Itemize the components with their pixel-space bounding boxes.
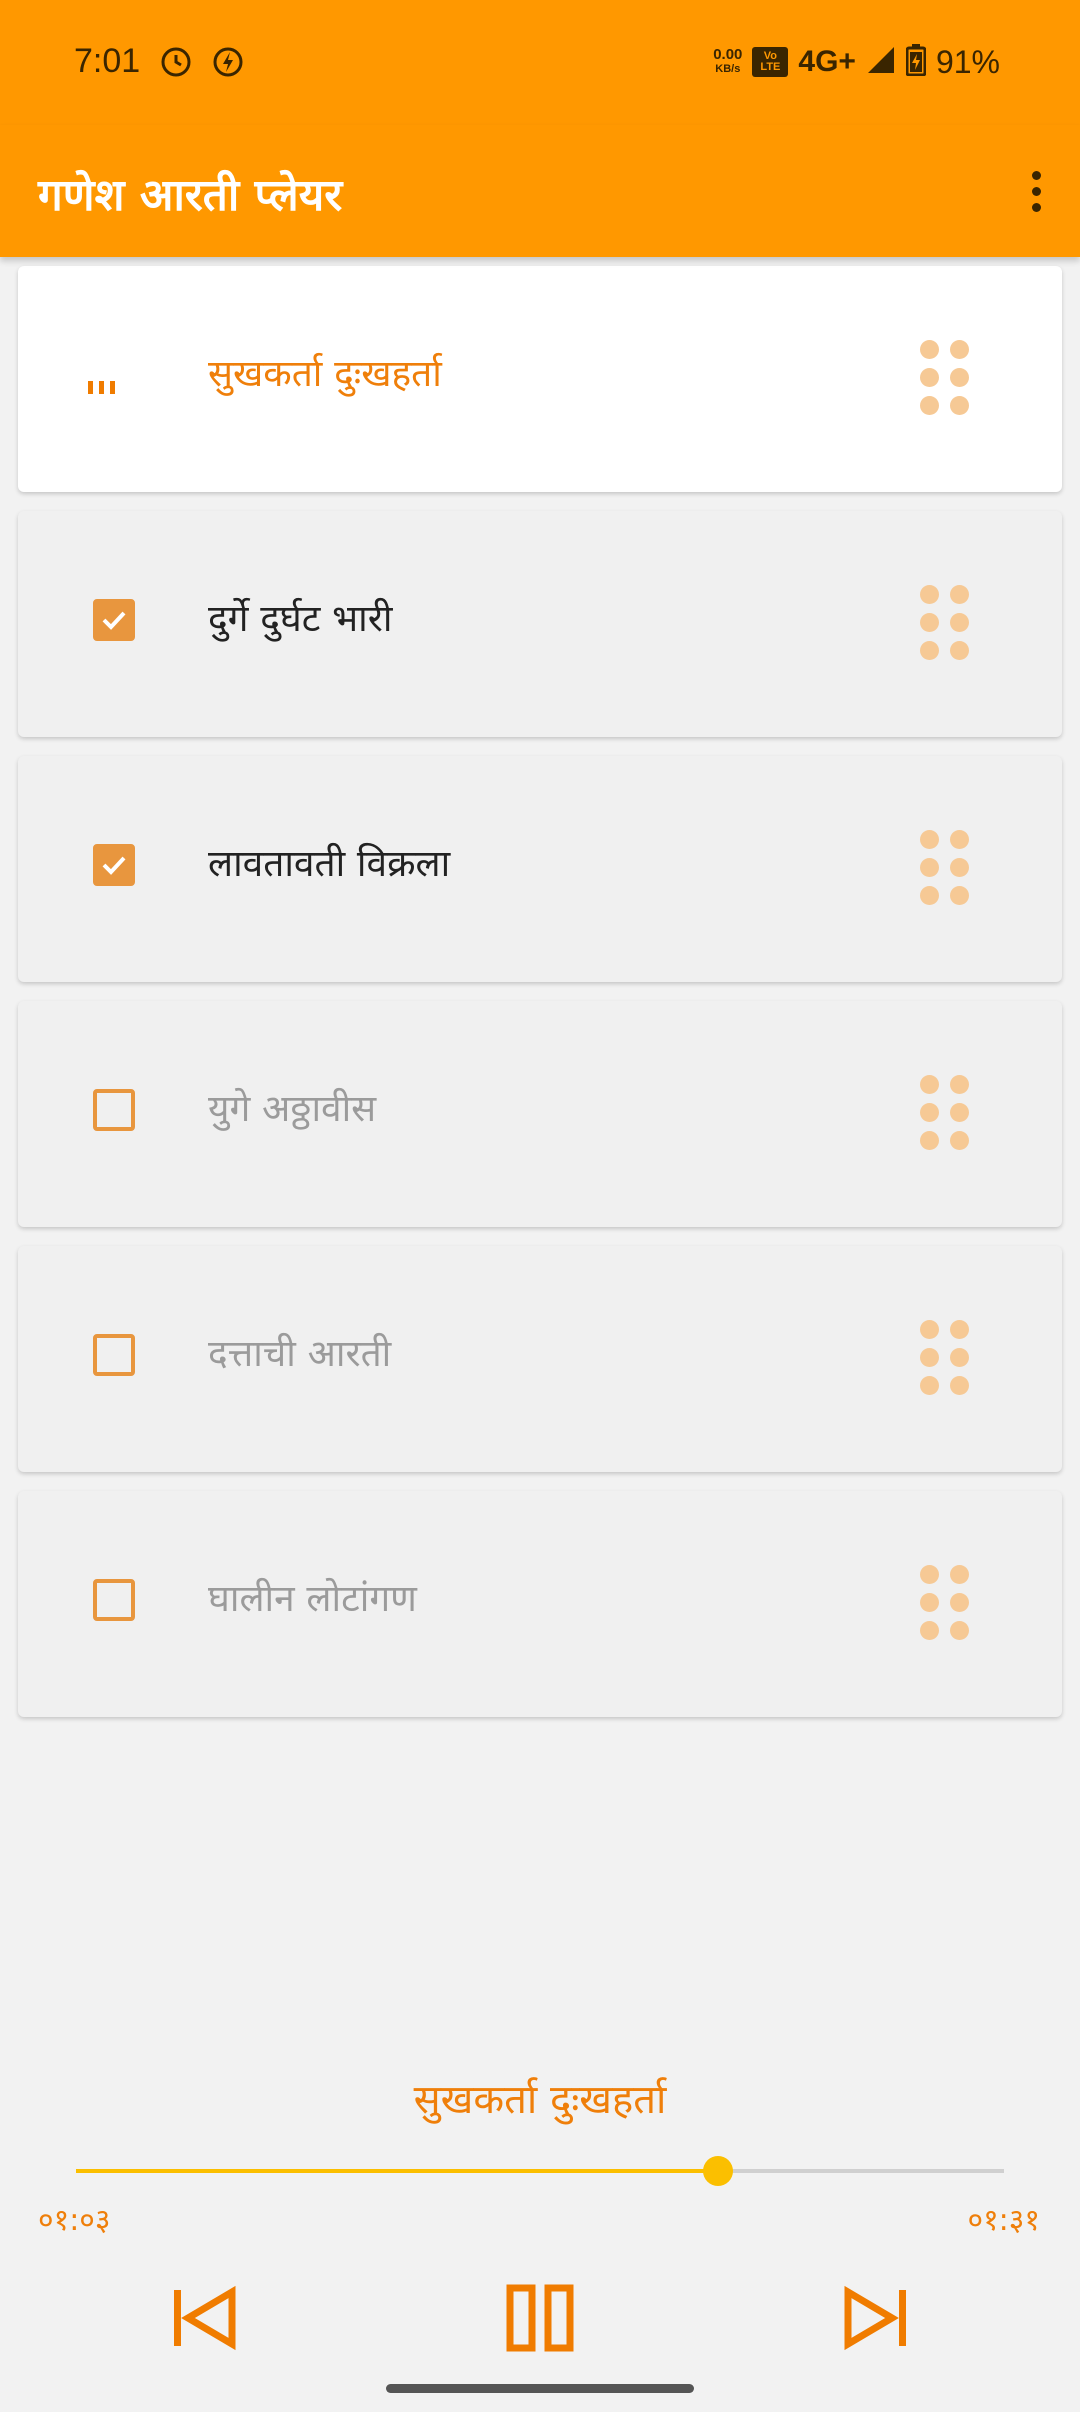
total-time: ०१:३१ [967, 2203, 1040, 2238]
list-item[interactable]: दत्ताची आरती [18, 1246, 1062, 1472]
status-time: 7:01 [74, 42, 141, 80]
seek-bar[interactable] [76, 2156, 1004, 2186]
battery-charging-icon [905, 43, 927, 81]
previous-button[interactable] [168, 2280, 244, 2356]
track-checkbox[interactable] [93, 1089, 135, 1131]
list-item[interactable]: युगे अठ्ठावीस [18, 1001, 1062, 1227]
home-indicator[interactable] [386, 2384, 694, 2393]
seek-thumb[interactable] [703, 2156, 734, 2186]
playlist: सुखकर्ता दुःखहर्ता दुर्गे दुर्घट भारी ला… [18, 266, 1062, 1736]
check-icon [102, 856, 126, 875]
track-checkbox[interactable] [93, 599, 135, 641]
skip-next-icon [844, 2285, 906, 2351]
seek-progress [76, 2169, 719, 2173]
list-item[interactable]: दुर्गे दुर्घट भारी [18, 511, 1062, 737]
drag-handle-icon[interactable] [920, 830, 970, 906]
flash-icon [212, 46, 244, 78]
app-title: गणेश आरती प्लेयर [38, 170, 343, 221]
track-checkbox[interactable] [93, 1579, 135, 1621]
track-checkbox[interactable] [93, 844, 135, 886]
timer-icon [160, 46, 192, 78]
overflow-menu-icon[interactable] [1006, 161, 1066, 221]
list-item[interactable]: सुखकर्ता दुःखहर्ता [18, 266, 1062, 492]
pause-icon [506, 2284, 574, 2352]
drag-handle-icon[interactable] [920, 585, 970, 661]
now-playing-title: सुखकर्ता दुःखहर्ता [413, 2077, 667, 2123]
track-title: घालीन लोटांगण [208, 1577, 417, 1620]
current-time: ०१:०३ [38, 2203, 111, 2238]
check-icon [102, 611, 126, 630]
status-right: 0.00 KB/s Vo LTE 4G+ 91% [713, 40, 1000, 84]
list-item[interactable]: लावतावती विक्रला [18, 756, 1062, 982]
track-title: सुखकर्ता दुःखहर्ता [208, 352, 442, 395]
battery-percent: 91% [935, 43, 1000, 80]
track-title: युगे अठ्ठावीस [208, 1087, 377, 1130]
track-checkbox[interactable] [93, 1334, 135, 1376]
drag-handle-icon[interactable] [920, 1075, 970, 1151]
skip-previous-icon [174, 2285, 236, 2351]
drag-handle-icon[interactable] [920, 1320, 970, 1396]
app-bar: गणेश आरती प्लेयर [0, 125, 1080, 257]
network-type: 4G+ [798, 45, 856, 78]
track-title: दुर्गे दुर्घट भारी [208, 597, 393, 640]
drag-handle-icon[interactable] [920, 340, 970, 416]
track-title: दत्ताची आरती [208, 1332, 392, 1375]
volte-icon: Vo LTE [752, 47, 789, 77]
signal-icon [866, 45, 896, 80]
now-playing-icon [88, 372, 122, 394]
track-title: लावतावती विक्रला [208, 842, 451, 885]
drag-handle-icon[interactable] [920, 1565, 970, 1641]
list-item[interactable]: घालीन लोटांगण [18, 1491, 1062, 1717]
next-button[interactable] [836, 2280, 912, 2356]
pause-button[interactable] [502, 2280, 578, 2356]
status-bar: 7:01 0.00 KB/s Vo LTE 4G+ 91% [0, 0, 1080, 125]
network-speed: 0.00 KB/s [713, 46, 743, 75]
